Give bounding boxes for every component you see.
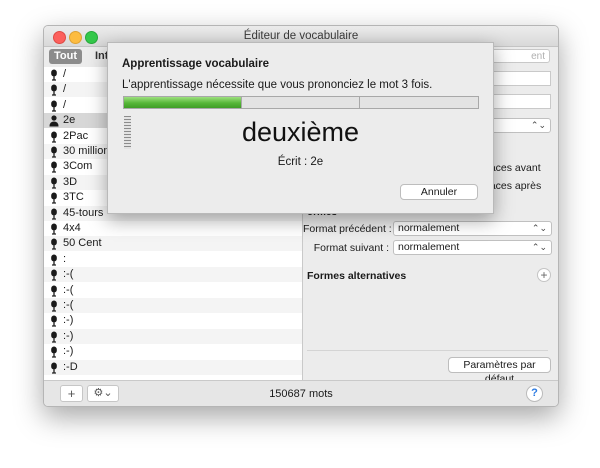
format-previous-popup[interactable]: normalement ⌃⌄	[393, 221, 552, 236]
list-item-label: /	[63, 98, 67, 111]
list-item-label: :	[63, 252, 67, 265]
microphone-icon	[49, 269, 59, 281]
add-alternative-form-button[interactable]: +	[537, 268, 551, 282]
word-count: 150687 mots	[269, 388, 333, 400]
list-item-label: 50 Cent	[63, 237, 102, 250]
sheet-message: L'apprentissage nécessite que vous prono…	[122, 79, 433, 91]
training-sheet: Apprentissage vocabulaire L'apprentissag…	[107, 42, 494, 214]
microphone-icon	[49, 238, 59, 250]
window-title: Éditeur de vocabulaire	[243, 30, 359, 42]
list-item-label: 2Pac	[63, 129, 89, 142]
microphone-icon	[49, 131, 59, 143]
list-item-label: :-(	[63, 299, 74, 311]
list-item-label: 3Com	[63, 160, 93, 173]
microphone-icon	[49, 177, 59, 189]
cancel-button[interactable]: Annuler	[400, 184, 478, 200]
list-item-label: 3TC	[63, 191, 84, 204]
format-previous-label: Format précédent :	[303, 223, 392, 235]
microphone-icon	[49, 331, 59, 343]
microphone-icon	[49, 300, 59, 312]
microphone-icon	[49, 161, 59, 173]
format-next-label: Format suivant :	[313, 242, 389, 254]
list-item-label: 3D	[63, 175, 78, 188]
list-item-label: :-)	[63, 345, 74, 358]
list-item-label: 2e	[63, 114, 76, 127]
microphone-icon	[49, 192, 59, 204]
microphone-icon	[49, 69, 59, 81]
microphone-icon	[49, 100, 59, 112]
list-item[interactable]: :	[44, 252, 302, 267]
chevron-updown-icon: ⌃⌄	[531, 242, 547, 252]
microphone-icon	[49, 254, 59, 266]
list-item[interactable]: :-(	[44, 298, 302, 313]
microphone-icon	[49, 223, 59, 235]
progress-segment-divider	[124, 97, 360, 108]
microphone-icon	[49, 146, 59, 158]
list-item-label: /	[63, 83, 67, 96]
list-item-label: :-)	[63, 314, 74, 327]
microphone-icon	[49, 315, 59, 327]
list-item[interactable]: 4x4	[44, 221, 302, 236]
list-item[interactable]: :-)	[44, 344, 302, 359]
defaults-button[interactable]: Paramètres par défaut	[448, 357, 551, 385]
tab-all[interactable]: Tout	[49, 49, 83, 64]
sheet-title: Apprentissage vocabulaire	[122, 58, 269, 70]
written-form: Écrit : 2e	[277, 156, 324, 168]
chevron-updown-icon: ⌃⌄	[531, 223, 547, 233]
list-item-label: :-(	[63, 268, 74, 281]
list-item[interactable]: :-)	[44, 328, 302, 344]
microphone-icon	[49, 208, 59, 220]
format-next-value: normalement	[398, 241, 460, 253]
microphone-icon	[49, 285, 59, 297]
list-item-label: :-D	[63, 360, 78, 373]
list-item[interactable]: :-(	[44, 283, 302, 298]
chevron-updown-icon: ⌃⌄	[530, 120, 546, 130]
plus-icon: +	[540, 268, 548, 282]
person-icon	[49, 115, 59, 127]
list-item[interactable]: :-)	[44, 313, 302, 328]
list-item[interactable]: :-(	[44, 267, 302, 283]
microphone-icon	[49, 362, 59, 374]
list-item[interactable]: 50 Cent	[44, 236, 302, 252]
list-item-label: 4x4	[63, 222, 81, 234]
microphone-icon	[49, 346, 59, 358]
alternative-forms-title: Formes alternatives	[307, 270, 407, 282]
format-next-popup[interactable]: normalement ⌃⌄	[393, 240, 552, 255]
divider	[307, 350, 548, 351]
bottom-bar: + ⚙⌄ 150687 mots ?	[44, 380, 558, 406]
list-item[interactable]: :-D	[44, 359, 302, 375]
microphone-icon	[49, 84, 59, 96]
list-item-label: :-(	[63, 283, 74, 296]
spoken-word: deuxième	[241, 117, 360, 147]
list-item-label: /	[63, 68, 67, 80]
list-item-label: :-)	[63, 329, 74, 342]
format-previous-value: normalement	[398, 222, 460, 234]
training-progress-bar	[123, 96, 479, 109]
list-item-label: 45-tours	[63, 206, 104, 219]
help-button[interactable]: ?	[526, 385, 543, 402]
